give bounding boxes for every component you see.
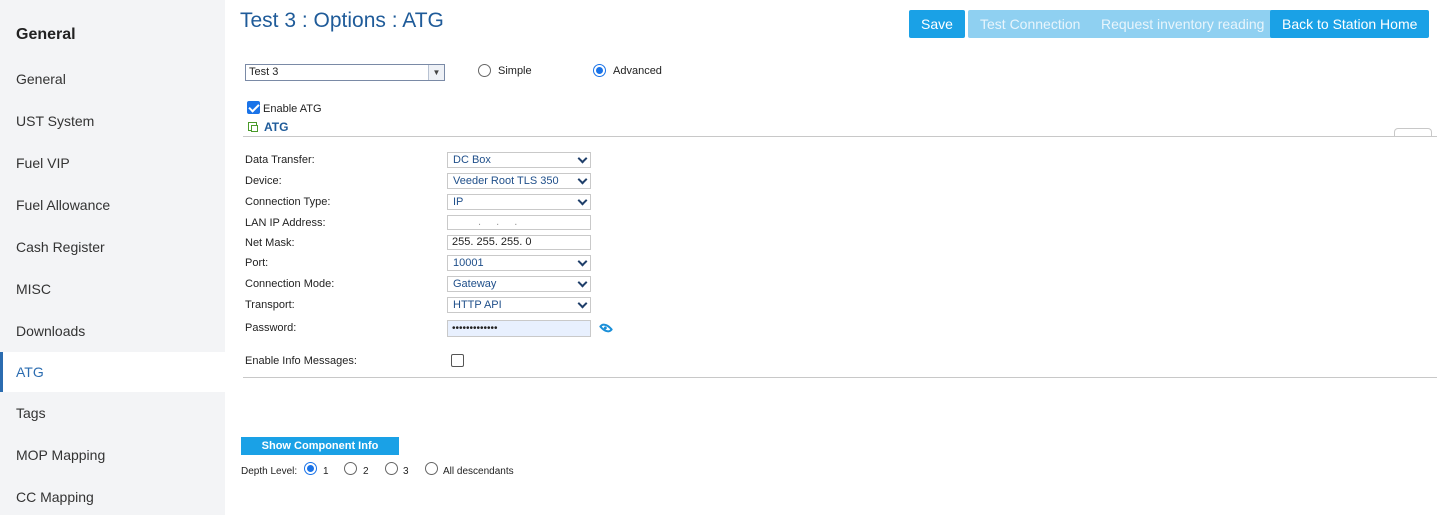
connection-type-select[interactable]: IP — [447, 194, 591, 210]
sidebar-item-fuel-allowance[interactable]: Fuel Allowance — [0, 185, 225, 225]
sidebar-item-tags[interactable]: Tags — [0, 393, 225, 433]
password-input[interactable]: ••••••••••••• — [447, 320, 591, 337]
port-value: 10001 — [453, 257, 484, 269]
save-button[interactable]: Save — [909, 10, 965, 38]
sidebar-item-misc[interactable]: MISC — [0, 269, 225, 309]
sidebar: General General UST System Fuel VIP Fuel… — [0, 0, 225, 515]
depth-2-label: 2 — [363, 466, 369, 477]
enable-info-messages-label: Enable Info Messages: — [245, 355, 357, 367]
dropdown-arrow-icon[interactable]: ▼ — [428, 65, 444, 80]
eye-icon[interactable] — [598, 320, 614, 336]
transport-label: Transport: — [245, 299, 295, 311]
back-to-station-home-button[interactable]: Back to Station Home — [1270, 10, 1430, 38]
connection-mode-value: Gateway — [453, 278, 497, 290]
simple-radio-label: Simple — [498, 65, 532, 77]
enable-info-messages-checkbox[interactable] — [451, 354, 464, 367]
test-connection-button[interactable]: Test Connection — [968, 10, 1093, 38]
chevron-down-icon — [577, 298, 588, 309]
depth-2-radio[interactable] — [344, 462, 357, 475]
depth-3-radio[interactable] — [385, 462, 398, 475]
data-transfer-label: Data Transfer: — [245, 154, 315, 166]
connection-mode-select[interactable]: Gateway — [447, 276, 591, 292]
section-divider-bottom — [243, 377, 1437, 378]
transport-select[interactable]: HTTP API — [447, 297, 591, 313]
sidebar-item-mop-mapping[interactable]: MOP Mapping — [0, 435, 225, 475]
chevron-down-icon — [577, 174, 588, 185]
chevron-down-icon — [577, 256, 588, 267]
sidebar-item-general[interactable]: General — [0, 59, 225, 99]
net-mask-input[interactable]: 255. 255. 255. 0 — [447, 235, 591, 250]
sidebar-heading: General — [16, 26, 76, 43]
port-label: Port: — [245, 257, 269, 269]
depth-level-label: Depth Level: — [241, 466, 298, 477]
expand-section-icon[interactable] — [248, 122, 258, 132]
station-select-value: Test 3 — [249, 66, 279, 78]
enable-atg-label: Enable ATG — [263, 103, 322, 115]
advanced-radio[interactable] — [593, 64, 606, 77]
connection-mode-label: Connection Mode: — [245, 278, 335, 290]
sidebar-item-cc-mapping[interactable]: CC Mapping — [0, 477, 225, 517]
sidebar-item-atg[interactable]: ATG — [0, 352, 225, 392]
connection-type-value: IP — [453, 196, 464, 208]
depth-all-label: All descendants — [443, 466, 514, 477]
show-component-info-button[interactable]: Show Component Info — [241, 437, 399, 455]
data-transfer-value: DC Box — [453, 154, 491, 166]
connection-type-label: Connection Type: — [245, 196, 331, 208]
transport-value: HTTP API — [453, 299, 502, 311]
lan-ip-input[interactable]: . . . — [447, 215, 591, 230]
port-select[interactable]: 10001 — [447, 255, 591, 271]
chevron-down-icon — [577, 195, 588, 206]
device-select[interactable]: Veeder Root TLS 350 — [447, 173, 591, 189]
depth-1-radio[interactable] — [304, 462, 317, 475]
station-select[interactable]: Test 3 ▼ — [245, 64, 445, 81]
sidebar-item-downloads[interactable]: Downloads — [0, 311, 225, 351]
password-label: Password: — [245, 322, 297, 334]
enable-atg-checkbox[interactable] — [247, 101, 260, 114]
chevron-down-icon — [577, 277, 588, 288]
sidebar-item-fuel-vip[interactable]: Fuel VIP — [0, 143, 225, 183]
depth-all-radio[interactable] — [425, 462, 438, 475]
simple-radio[interactable] — [478, 64, 491, 77]
depth-1-label: 1 — [323, 466, 329, 477]
request-inventory-button[interactable]: Request inventory reading — [1089, 10, 1277, 38]
sidebar-item-ust-system[interactable]: UST System — [0, 101, 225, 141]
section-divider-top — [243, 136, 1437, 137]
depth-3-label: 3 — [403, 466, 409, 477]
sidebar-item-cash-register[interactable]: Cash Register — [0, 227, 225, 267]
advanced-radio-label: Advanced — [613, 65, 662, 77]
data-transfer-select[interactable]: DC Box — [447, 152, 591, 168]
atg-section-title: ATG — [264, 120, 289, 134]
net-mask-label: Net Mask: — [245, 237, 295, 249]
device-label: Device: — [245, 175, 282, 187]
chevron-down-icon — [577, 153, 588, 164]
page-title: Test 3 : Options : ATG — [240, 9, 444, 32]
device-value: Veeder Root TLS 350 — [453, 175, 559, 187]
lan-ip-label: LAN IP Address: — [245, 217, 326, 229]
